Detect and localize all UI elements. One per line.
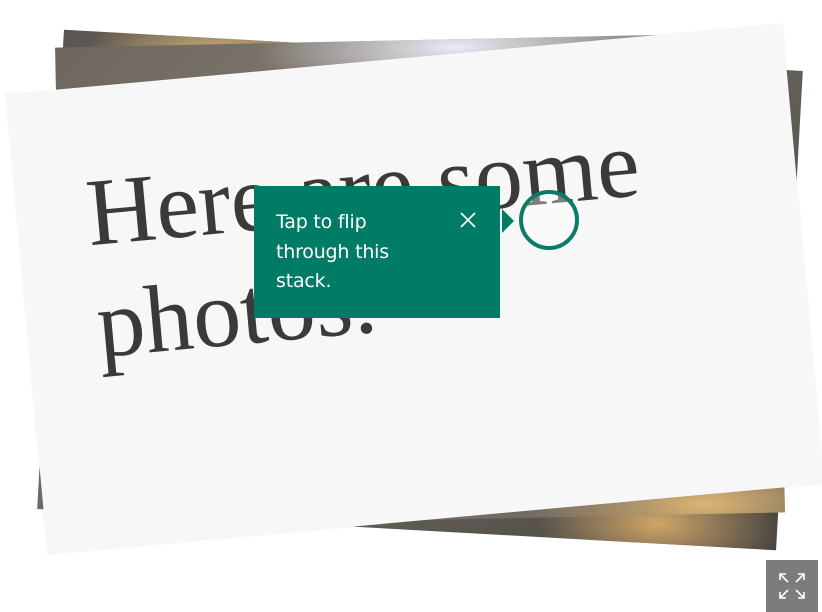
coachmark-tooltip: Tap to flip through this stack. bbox=[254, 186, 500, 318]
expand-icon bbox=[779, 573, 805, 599]
flip-hotspot[interactable] bbox=[519, 190, 579, 250]
close-icon[interactable] bbox=[456, 208, 480, 232]
coachmark-pointer bbox=[502, 209, 514, 233]
coachmark-text: Tap to flip through this stack. bbox=[276, 211, 389, 292]
expand-button[interactable] bbox=[766, 560, 818, 612]
